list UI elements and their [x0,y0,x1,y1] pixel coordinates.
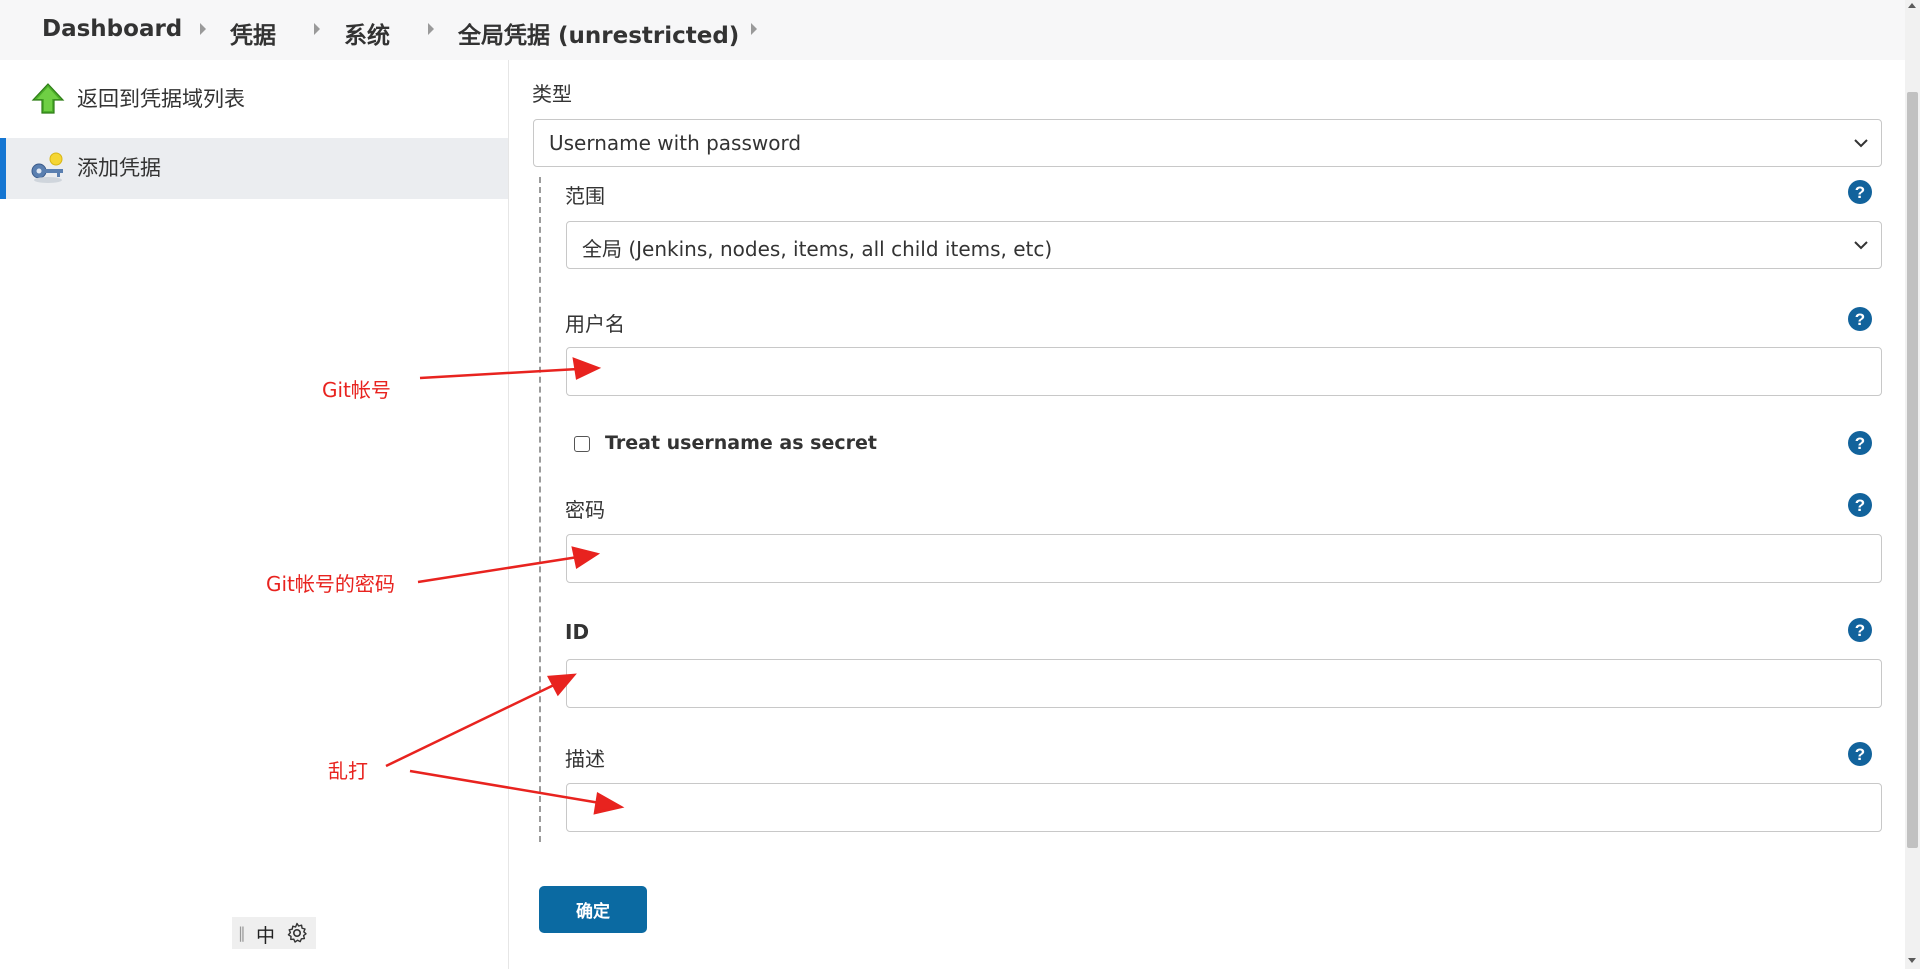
kind-label: 类型 [532,82,572,106]
drag-handle-icon[interactable]: ‖ [238,924,246,942]
chevron-down-icon [1854,241,1868,250]
breadcrumb: Dashboard 凭据 系统 全局凭据 (unrestricted) [0,0,1905,60]
breadcrumb-separator-icon[interactable] [428,23,434,35]
breadcrumb-separator-icon[interactable] [200,23,206,35]
breadcrumb-global-credentials[interactable]: 全局凭据 (unrestricted) [458,16,739,50]
language-switcher[interactable]: ‖ 中 [232,917,316,949]
svg-text:?: ? [1855,434,1865,453]
sidebar-item-add-credentials[interactable]: 添加凭据 [0,138,508,199]
help-icon[interactable]: ? [1847,179,1873,205]
description-label: 描述 [565,747,605,771]
kind-select[interactable]: Username with password [533,119,1882,167]
description-input[interactable] [566,783,1882,832]
scope-label: 范围 [565,184,605,208]
svg-text:?: ? [1855,183,1865,202]
nested-section-divider [539,177,541,842]
sidebar-item-label: 添加凭据 [77,156,161,180]
help-icon[interactable]: ? [1847,430,1873,456]
id-input[interactable] [566,659,1882,708]
svg-text:?: ? [1855,310,1865,329]
breadcrumb-separator-icon[interactable] [751,23,757,35]
sidebar: 返回到凭据域列表 添加凭据 [0,60,509,969]
svg-text:?: ? [1855,496,1865,515]
scroll-up-icon[interactable] [1908,3,1916,8]
sidebar-item-label: 返回到凭据域列表 [77,87,245,111]
vertical-scrollbar[interactable] [1905,0,1920,969]
sidebar-item-back-to-domains[interactable]: 返回到凭据域列表 [0,69,508,130]
password-input[interactable] [566,534,1882,583]
secret-username-label[interactable]: Treat username as secret [605,432,877,454]
help-icon[interactable]: ? [1847,492,1873,518]
breadcrumb-credentials[interactable]: 凭据 [230,16,276,50]
annotation-random: 乱打 [328,759,368,783]
chevron-down-icon [1854,139,1868,148]
secret-username-checkbox[interactable] [574,436,590,452]
password-label: 密码 [565,498,605,522]
annotation-password: Git帐号的密码 [266,572,395,596]
scope-select-value: 全局 (Jenkins, nodes, items, all child ite… [582,237,1053,261]
breadcrumb-separator-icon[interactable] [314,23,320,35]
scroll-down-icon[interactable] [1908,958,1916,963]
id-label: ID [565,620,590,644]
scrollbar-thumb[interactable] [1907,92,1918,848]
svg-text:?: ? [1855,745,1865,764]
username-input[interactable] [566,347,1882,396]
credentials-key-icon [31,152,63,183]
help-icon[interactable]: ? [1847,741,1873,767]
submit-button[interactable]: 确定 [539,886,647,933]
gear-icon[interactable] [285,921,309,945]
help-icon[interactable]: ? [1847,617,1873,643]
breadcrumb-dashboard[interactable]: Dashboard [42,16,182,42]
svg-text:?: ? [1855,621,1865,640]
up-arrow-icon [31,83,65,114]
kind-select-value: Username with password [549,131,802,155]
breadcrumb-system[interactable]: 系统 [344,16,390,50]
help-icon[interactable]: ? [1847,306,1873,332]
language-label[interactable]: 中 [256,921,275,948]
username-label: 用户名 [565,312,625,336]
scope-select[interactable]: 全局 (Jenkins, nodes, items, all child ite… [566,221,1882,269]
annotation-username: Git帐号 [322,378,391,402]
